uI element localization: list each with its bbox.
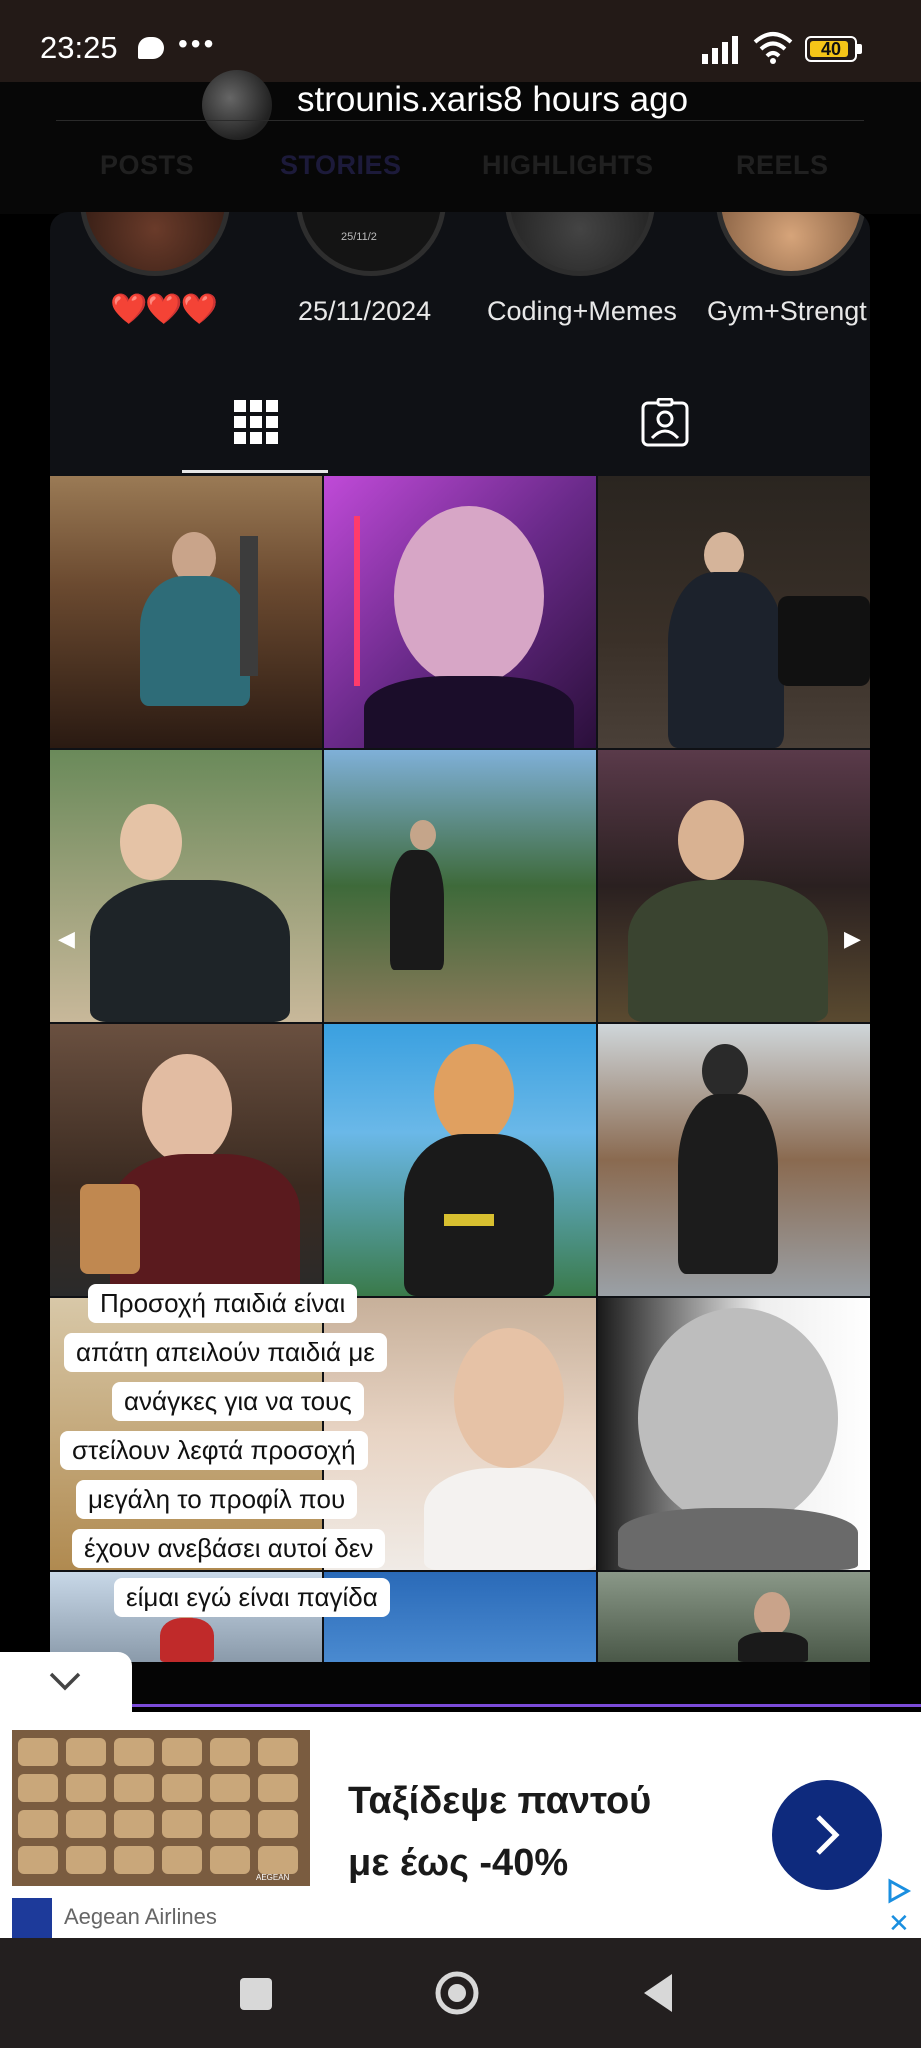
tab-posts[interactable]: POSTS [100,150,194,181]
highlight-date[interactable]: 25/11/2 [296,212,446,276]
warning-line: έχουν ανεβάσει αυτοί δεν [72,1529,386,1568]
back-button[interactable] [640,1972,676,2014]
highlight-label-hearts: ❤️❤️❤️ [110,293,218,326]
ad-headline[interactable]: με έως -40% [348,1842,568,1885]
more-notifications-icon: ••• [178,28,217,59]
post-thumbnail[interactable]: ◀ [50,750,322,1022]
post-thumbnail[interactable]: ▶ [598,750,870,1022]
city-aerial-image: AEGEAN [12,1730,310,1886]
ad-image-caption: AEGEAN [256,1873,290,1882]
tab-reels[interactable]: REELS [736,150,829,181]
warning-line: ανάγκες για να τους [112,1382,364,1421]
divider [128,1662,870,1706]
profile-tabs: POSTS STORIES HIGHLIGHTS REELS [56,150,864,194]
tagged-person-icon[interactable] [640,398,690,448]
warning-line: Προσοχή παιδιά είναι [88,1284,358,1323]
warning-line: στείλουν λεφτά προσοχή [60,1431,368,1470]
ad-image[interactable]: AEGEAN [12,1730,310,1886]
ad-headline[interactable]: Ταξίδεψε παντού [348,1780,651,1823]
divider [128,1704,921,1707]
signal-icon [702,36,738,64]
post-thumbnail[interactable] [598,1572,870,1662]
highlight-label-gym: Gym+Strengt [707,296,867,326]
wifi-icon [753,32,793,64]
chevron-right-icon [816,1815,840,1855]
status-time: 23:25 [40,30,118,65]
ad-close-icon[interactable]: ✕ [888,1908,910,1939]
ad-brand-name[interactable]: Aegean Airlines [64,1904,217,1930]
battery-tip [857,44,862,54]
post-thumbnail[interactable] [50,1024,322,1296]
battery-percent: 40 [820,39,842,59]
ad-cta-button[interactable] [772,1780,882,1890]
grid-tab-underline [182,470,328,473]
highlight-label-coding: Coding+Memes [487,296,677,326]
post-thumbnail[interactable] [598,1024,870,1296]
grid-icon[interactable] [232,398,280,446]
avatar[interactable] [202,70,272,140]
highlight-gym[interactable] [716,212,866,276]
post-thumbnail[interactable] [324,750,596,1022]
ad-choices-icon[interactable] [886,1878,912,1904]
aegean-logo [12,1898,52,1938]
warning-line: απάτη απειλούν παιδιά με [64,1333,387,1372]
home-button[interactable] [434,1970,480,2016]
post-thumbnail[interactable] [324,476,596,748]
divider [56,120,864,121]
story-username-time[interactable]: strounis.xaris8 hours ago [297,80,688,120]
tab-highlights[interactable]: HIGHLIGHTS [482,150,654,181]
carousel-prev-icon: ◀ [58,926,75,951]
warning-line: μεγάλη το προφίλ που [76,1480,358,1519]
highlight-coding[interactable] [505,212,655,276]
post-thumbnail[interactable] [598,1298,870,1570]
warning-line: είμαι εγώ είναι παγίδα [114,1578,390,1617]
chevron-down-icon [49,1672,81,1691]
carousel-next-icon: ▶ [844,926,861,951]
tab-stories[interactable]: STORIES [280,150,402,181]
battery-icon: 40 [805,36,857,62]
recents-button[interactable] [240,1978,272,2010]
highlight-hearts[interactable] [80,212,230,276]
post-thumbnail[interactable] [598,476,870,748]
chat-bubble-icon [138,37,164,59]
post-thumbnail[interactable] [324,1024,596,1296]
highlight-label-date: 25/11/2024 [298,296,432,326]
post-thumbnail[interactable] [50,476,322,748]
ad-collapse-button[interactable] [0,1652,132,1712]
